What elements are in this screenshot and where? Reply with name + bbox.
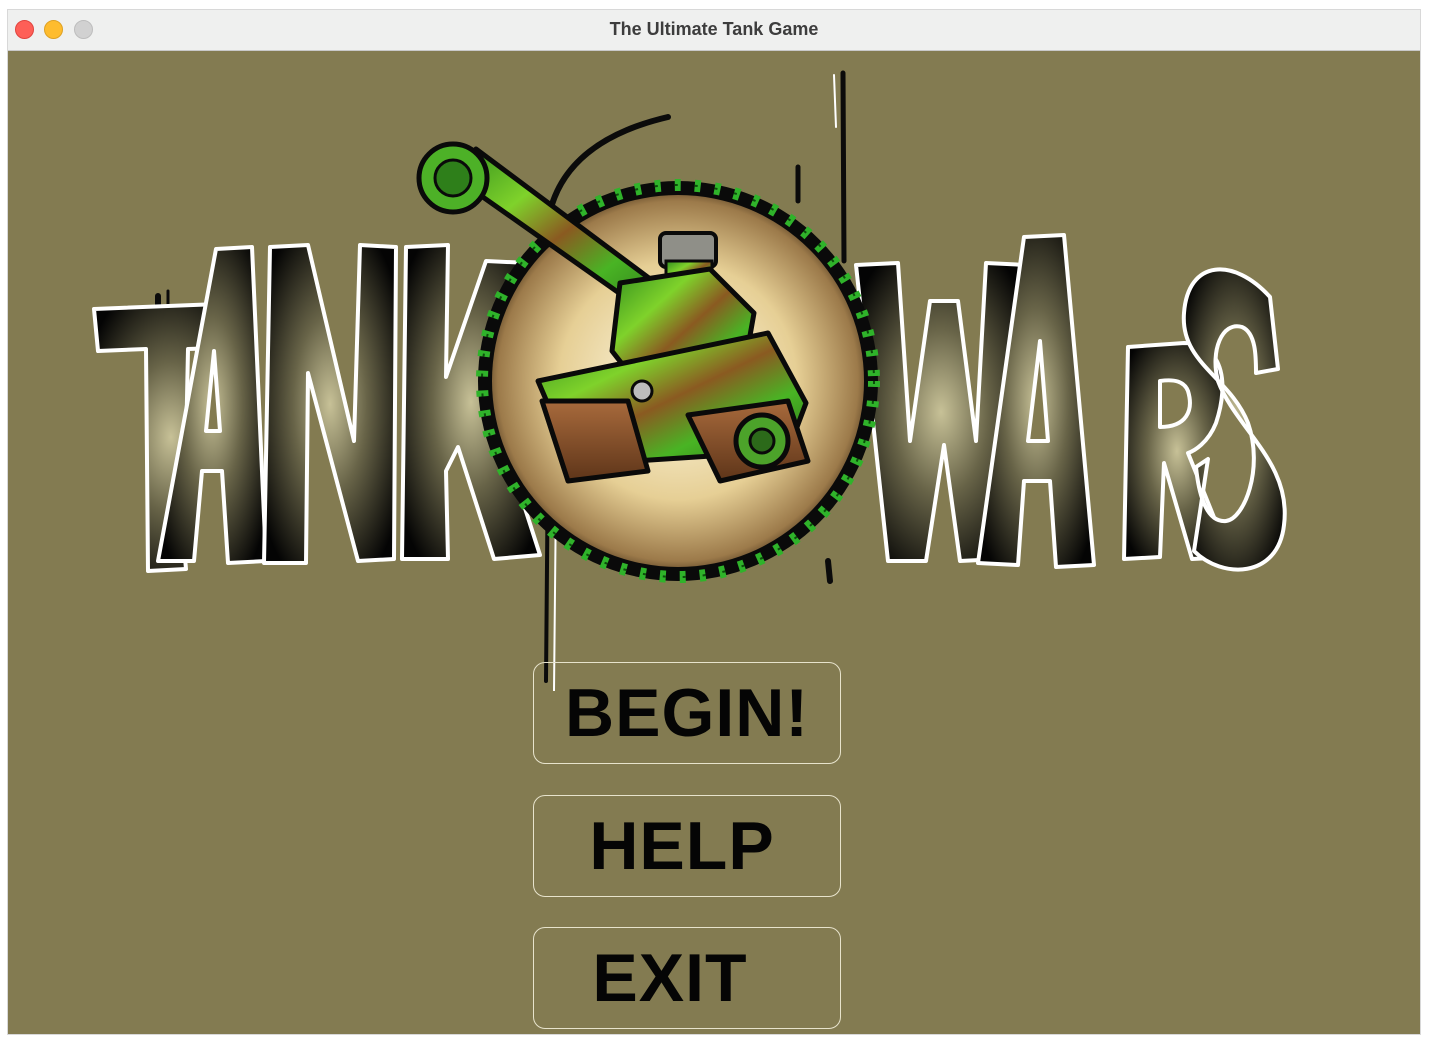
exit-button[interactable]: EXIT (533, 927, 841, 1029)
tank-wars-logo (92, 70, 1287, 691)
exit-button-label: EXIT (592, 940, 748, 1016)
logo-word-wars (854, 233, 1287, 572)
logo-word-tank (92, 243, 542, 573)
help-button[interactable]: HELP (533, 795, 841, 897)
begin-button-label: BEGIN! (565, 675, 809, 751)
main-menu-screen: BEGIN! HELP EXIT (8, 51, 1420, 1034)
window-title: The Ultimate Tank Game (609, 19, 819, 39)
help-button-label: HELP (589, 808, 775, 884)
title-bar[interactable]: The Ultimate Tank Game (8, 10, 1420, 51)
game-window: The Ultimate Tank Game BEGIN! HELP EXIT (8, 10, 1420, 1034)
begin-button[interactable]: BEGIN! (533, 662, 841, 764)
